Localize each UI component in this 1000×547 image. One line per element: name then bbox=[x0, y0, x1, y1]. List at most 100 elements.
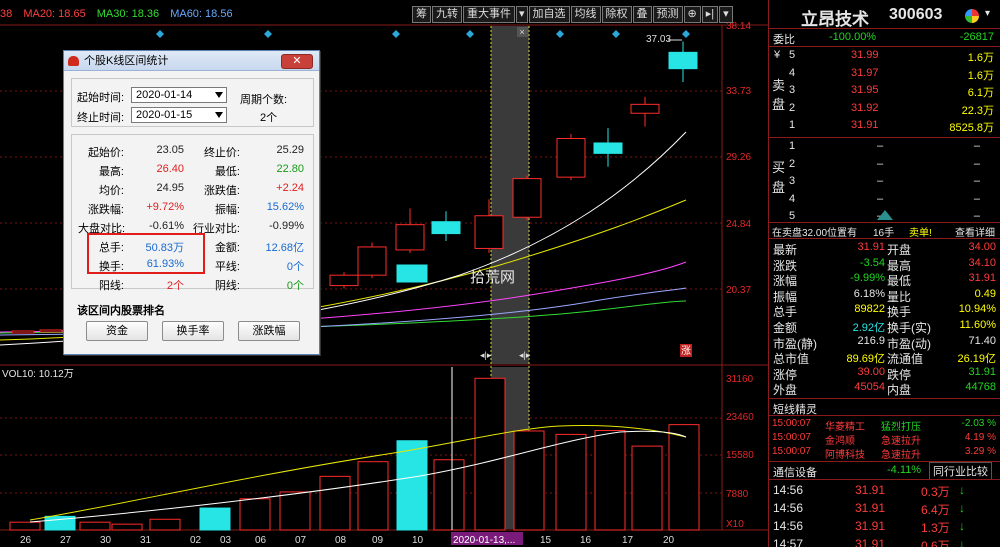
end-date-select[interactable]: 2020-01-15 bbox=[131, 107, 227, 123]
toolbar-major-events[interactable]: 重大事件 bbox=[463, 6, 515, 23]
bid-level: 2 bbox=[789, 157, 796, 170]
stat-value: 0个 bbox=[286, 261, 304, 273]
buy-side-label: 买盘 bbox=[772, 160, 786, 195]
volume-tick-label: 15580 bbox=[726, 450, 754, 461]
dialog-titlebar[interactable]: 个股K线区间统计 ✕ bbox=[64, 51, 319, 71]
toolbar-exright[interactable]: 除权 bbox=[601, 6, 632, 23]
price-tick-label: 24.84 bbox=[726, 219, 751, 230]
candle-body bbox=[11, 330, 35, 334]
weibi-value: -100.00% bbox=[829, 31, 877, 43]
volume-bar bbox=[594, 429, 626, 531]
sprite-stock: 阿博科技 bbox=[825, 450, 865, 461]
volume-bar bbox=[9, 521, 41, 531]
sprite-time: 15:00:07 bbox=[772, 432, 811, 443]
color-wheel-icon[interactable] bbox=[965, 9, 979, 23]
toolbar-add-favorite[interactable]: 加自选 bbox=[528, 6, 570, 23]
end-time-label: 终止时间: bbox=[77, 112, 125, 124]
tick-volume: 6.4万 bbox=[921, 503, 950, 517]
quote-label: 市盈(静) bbox=[773, 336, 817, 351]
svg-text:×: × bbox=[520, 27, 525, 37]
quote-value: 10.94% bbox=[958, 303, 996, 316]
ask-level: 5 bbox=[789, 49, 796, 61]
dropdown-icon[interactable]: ▾ bbox=[985, 8, 990, 19]
candle-body bbox=[396, 264, 428, 283]
tick-price: 31.91 bbox=[855, 483, 886, 497]
start-date-value: 2020-01-14 bbox=[136, 89, 193, 101]
quote-label: 流通值 bbox=[887, 352, 924, 367]
tick-price: 31.91 bbox=[855, 537, 886, 547]
volume-bar bbox=[474, 377, 506, 531]
rank-change-button[interactable]: 涨跌幅 bbox=[238, 321, 300, 341]
ask-level: 1 bbox=[789, 119, 796, 132]
toolbar-chip[interactable]: 筹 bbox=[412, 6, 431, 23]
tick-price: 31.91 bbox=[855, 519, 886, 533]
stat-label: 均价: bbox=[98, 185, 124, 197]
volume-tick-label: X10 bbox=[726, 519, 744, 530]
sprite-value: -2.03 % bbox=[961, 418, 996, 429]
quote-value: 0.49 bbox=[974, 287, 996, 300]
ask-volume: 1.6万 bbox=[967, 69, 994, 82]
end-date-value: 2020-01-15 bbox=[136, 109, 193, 121]
watermark: 拾荒网 bbox=[470, 268, 515, 286]
close-button[interactable]: ✕ bbox=[281, 54, 313, 69]
stat-label: 阳线: bbox=[98, 280, 124, 292]
ask-price: 31.95 bbox=[851, 84, 879, 97]
view-detail-link[interactable]: 查看详细 bbox=[955, 224, 995, 239]
rank-fund-button[interactable]: 资金 bbox=[86, 321, 148, 341]
rank-turnover-button[interactable]: 换手率 bbox=[162, 321, 224, 341]
tick-price: 31.91 bbox=[855, 501, 886, 515]
toolbar-magnifier-icon[interactable]: ⊕ bbox=[683, 6, 701, 23]
tick-time: 14:56 bbox=[773, 501, 804, 515]
quote-value: 26.19亿 bbox=[957, 353, 996, 366]
toolbar-forecast[interactable]: 预测 bbox=[652, 6, 683, 23]
toolbar-dropdown-icon[interactable]: ▾ bbox=[516, 6, 528, 23]
highlight-box bbox=[87, 233, 205, 274]
bid-volume: – bbox=[973, 210, 980, 223]
quote-value: 2.92亿 bbox=[852, 322, 885, 334]
toolbar-ma[interactable]: 均线 bbox=[570, 6, 601, 23]
sell-side-label: 卖盘 bbox=[772, 78, 786, 112]
bid-level: 4 bbox=[789, 192, 796, 205]
tick-arrow-icon: ↓ bbox=[959, 537, 965, 547]
stat-label: 涨跌幅: bbox=[87, 204, 124, 216]
toolbar-jiuzhuan[interactable]: 九转 bbox=[432, 6, 462, 23]
quote-value: 34.10 bbox=[968, 256, 996, 269]
toolbar-menu-icon[interactable]: ▾ bbox=[719, 6, 733, 23]
quote-value: 39.00 bbox=[857, 365, 885, 378]
quote-value: 71.40 bbox=[968, 334, 996, 347]
sprite-event: 急速拉升 bbox=[881, 436, 921, 447]
candle-body bbox=[593, 142, 623, 154]
chevron-down-icon bbox=[215, 92, 223, 98]
quote-value: 89.69亿 bbox=[846, 353, 885, 366]
quote-value: 44768 bbox=[965, 381, 996, 394]
date-tick-label: 2020-01-13,... bbox=[453, 535, 515, 546]
sprite-stock: 金鸿顺 bbox=[825, 436, 855, 447]
zhang-tag: 涨 bbox=[681, 345, 691, 357]
start-date-select[interactable]: 2020-01-14 bbox=[131, 87, 227, 103]
svg-text:◂|▸: ◂|▸ bbox=[519, 350, 531, 360]
toolbar-overlay[interactable]: 叠 bbox=[632, 6, 652, 23]
date-tick-label: 16 bbox=[580, 535, 592, 546]
quote-label: 最低 bbox=[887, 274, 912, 289]
stat-value: 0个 bbox=[286, 280, 304, 292]
quote-value: 31.91 bbox=[857, 241, 885, 253]
industry-name[interactable]: 通信设备 bbox=[773, 464, 817, 480]
volume-bar bbox=[319, 475, 351, 531]
ask-price: 31.92 bbox=[851, 101, 879, 114]
stat-label: 涨跌值: bbox=[203, 185, 240, 197]
volume-tick-label: 23460 bbox=[726, 412, 754, 423]
candle-body bbox=[395, 224, 425, 251]
candle-body bbox=[512, 178, 542, 218]
toolbar-arrow-icon[interactable]: ▸| bbox=[701, 6, 719, 23]
tick-arrow-icon: ↓ bbox=[959, 519, 965, 533]
date-tick-label: 02 bbox=[190, 535, 202, 546]
industry-compare-link[interactable]: 同行业比较 bbox=[929, 462, 992, 480]
volume-bar bbox=[111, 523, 143, 531]
candle-body bbox=[357, 246, 387, 276]
bid-level: 3 bbox=[789, 175, 796, 188]
date-tick-label: 31 bbox=[140, 535, 152, 546]
stat-value: +9.72% bbox=[146, 201, 184, 213]
quote-label: 振幅 bbox=[773, 289, 798, 304]
tick-time: 14:56 bbox=[773, 519, 804, 533]
quote-label: 量比 bbox=[887, 289, 912, 304]
